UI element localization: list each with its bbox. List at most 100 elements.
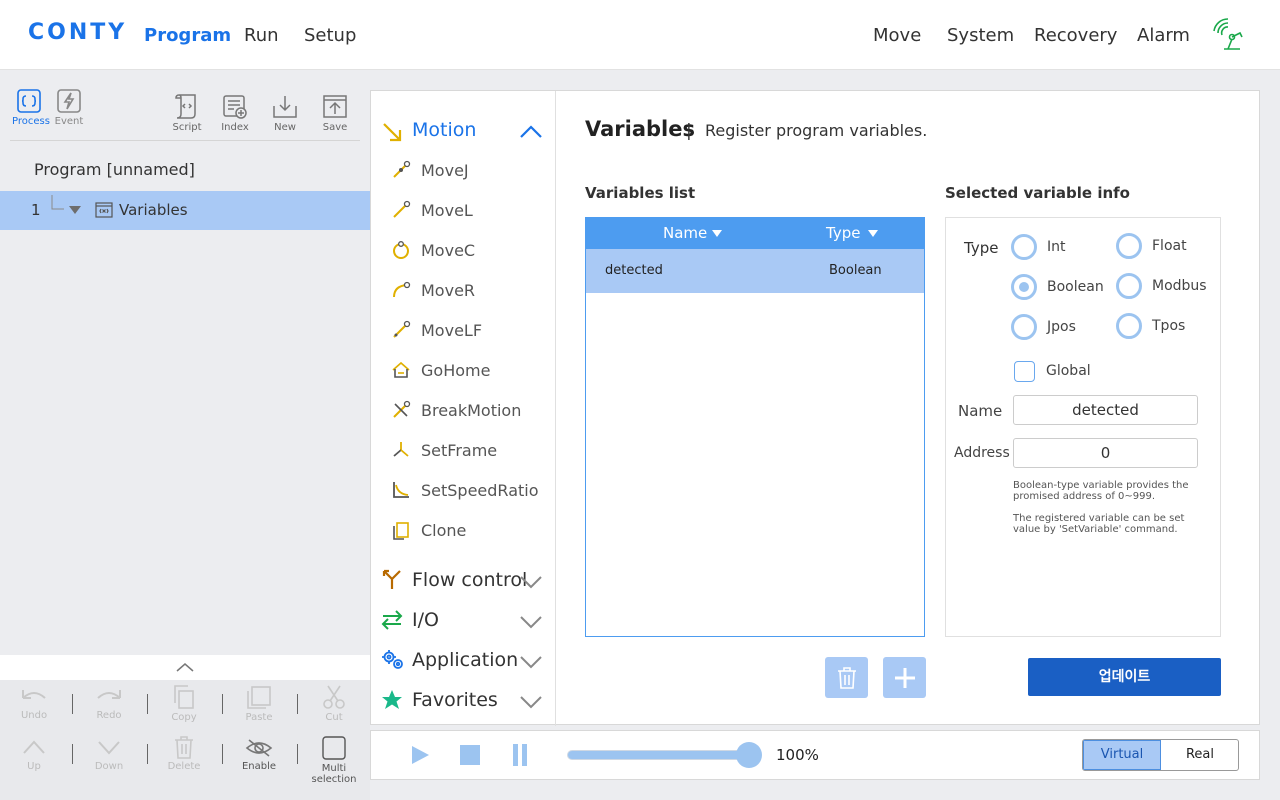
- chevron-down-icon[interactable]: [519, 655, 543, 669]
- name-field[interactable]: detected: [1013, 395, 1198, 425]
- up-button[interactable]: Up: [4, 737, 64, 772]
- process-tab[interactable]: Process: [12, 88, 50, 127]
- movej-icon: [393, 160, 411, 178]
- speed-value: 100%: [776, 746, 819, 764]
- delete-button[interactable]: Delete: [154, 735, 214, 772]
- sort-down-icon: [868, 230, 878, 237]
- separator: [222, 744, 223, 764]
- radio-float[interactable]: [1116, 233, 1142, 259]
- nav-move[interactable]: Move: [873, 25, 921, 46]
- address-field[interactable]: 0: [1013, 438, 1198, 468]
- category-application[interactable]: Application: [412, 649, 518, 671]
- address-label: Address: [954, 445, 1010, 461]
- tree-connector-icon: [51, 195, 64, 210]
- event-tab[interactable]: Event: [52, 88, 86, 127]
- command-movel[interactable]: MoveL: [391, 199, 473, 221]
- movel-icon: [393, 200, 411, 218]
- column-name[interactable]: Name: [663, 224, 707, 242]
- run-bar: 100% Virtual Real: [370, 730, 1260, 780]
- nav-alarm[interactable]: Alarm: [1137, 25, 1190, 46]
- command-movelf[interactable]: MoveLF: [391, 319, 482, 341]
- command-movej[interactable]: MoveJ: [391, 159, 469, 181]
- separator: [72, 694, 73, 714]
- variable-info-header: Selected variable info: [945, 184, 1130, 202]
- speed-slider-fill: [568, 751, 748, 759]
- category-flow-control[interactable]: Flow control: [412, 569, 527, 591]
- radio-int[interactable]: [1011, 234, 1037, 260]
- nav-program[interactable]: Program: [144, 25, 231, 46]
- category-motion[interactable]: Motion: [412, 119, 476, 141]
- nav-setup[interactable]: Setup: [304, 25, 356, 46]
- movec-icon: [393, 241, 409, 259]
- category-favorites[interactable]: Favorites: [412, 689, 498, 711]
- command-clone[interactable]: Clone: [391, 519, 466, 541]
- tree-row-variables[interactable]: 1 Variables: [0, 191, 370, 230]
- top-bar: CONTY Program Run Setup Move System Reco…: [0, 0, 1280, 70]
- copy-icon: [174, 685, 194, 709]
- command-setspeedratio[interactable]: SetSpeedRatio: [391, 479, 539, 501]
- update-button[interactable]: 업데이트: [1028, 658, 1221, 696]
- multi-selection-button[interactable]: Multi selection: [304, 735, 364, 785]
- radio-jpos-label: Jpos: [1047, 319, 1076, 335]
- save-button[interactable]: Save: [316, 94, 354, 133]
- category-io[interactable]: I/O: [412, 609, 439, 631]
- boolean-note: Boolean-type variable provides the promi…: [1013, 480, 1189, 502]
- favorites-row-clipped: Favorites: [371, 681, 555, 711]
- speed-slider-knob[interactable]: [736, 742, 762, 768]
- conty-logo: CONTY: [28, 20, 128, 45]
- nav-recovery[interactable]: Recovery: [1034, 25, 1117, 46]
- delete-variable-button[interactable]: [825, 657, 868, 698]
- script-button[interactable]: Script: [168, 92, 206, 133]
- column-type[interactable]: Type: [826, 224, 860, 242]
- command-movec[interactable]: MoveC: [391, 239, 475, 261]
- cell-type: Boolean: [829, 263, 882, 278]
- cut-button[interactable]: Cut: [304, 684, 364, 723]
- wireless-robot-icon[interactable]: [1210, 17, 1246, 53]
- lightning-icon: [57, 89, 81, 113]
- expand-triangle-icon[interactable]: [68, 205, 82, 215]
- global-checkbox[interactable]: [1014, 361, 1035, 382]
- radio-boolean[interactable]: [1011, 274, 1037, 300]
- radio-tpos[interactable]: [1116, 313, 1142, 339]
- command-setframe[interactable]: SetFrame: [391, 439, 497, 461]
- trash-icon: [837, 667, 856, 689]
- collapse-bar[interactable]: [0, 655, 370, 680]
- chevron-up-icon[interactable]: [519, 125, 543, 139]
- command-mover[interactable]: MoveR: [391, 279, 475, 301]
- chevron-down-icon[interactable]: [519, 575, 543, 589]
- command-breakmotion[interactable]: BreakMotion: [391, 399, 521, 421]
- mode-real-button[interactable]: Real: [1161, 740, 1238, 770]
- pause-icon[interactable]: [512, 743, 528, 767]
- clone-icon: [393, 522, 409, 540]
- redo-button[interactable]: Redo: [79, 686, 139, 721]
- motion-arrow-icon: [383, 123, 402, 142]
- play-icon[interactable]: [409, 744, 431, 766]
- separator: [72, 744, 73, 764]
- radio-jpos[interactable]: [1011, 314, 1037, 340]
- copy-button[interactable]: Copy: [154, 684, 214, 723]
- chevron-down-icon[interactable]: [519, 615, 543, 629]
- down-button[interactable]: Down: [79, 737, 139, 772]
- movelf-icon: [393, 320, 411, 338]
- speed-slider-track[interactable]: [567, 750, 749, 760]
- command-gohome[interactable]: GoHome: [391, 359, 490, 381]
- index-button[interactable]: Index: [216, 94, 254, 133]
- mode-toggle: Virtual Real: [1082, 739, 1239, 771]
- radio-modbus[interactable]: [1116, 273, 1142, 299]
- nav-system[interactable]: System: [947, 25, 1014, 46]
- paste-button[interactable]: Paste: [229, 684, 289, 723]
- undo-button[interactable]: Undo: [4, 686, 64, 721]
- table-row[interactable]: detected Boolean: [586, 249, 924, 293]
- radio-int-label: Int: [1047, 239, 1066, 255]
- braces-icon: [17, 89, 41, 113]
- chevron-down-icon[interactable]: [519, 695, 543, 709]
- radio-float-label: Float: [1152, 238, 1187, 254]
- add-variable-button[interactable]: [883, 657, 926, 698]
- radio-boolean-label: Boolean: [1047, 279, 1104, 295]
- mode-virtual-button[interactable]: Virtual: [1083, 740, 1161, 770]
- stop-icon[interactable]: [460, 745, 480, 765]
- new-button[interactable]: New: [266, 94, 304, 133]
- enable-button[interactable]: Enable: [229, 737, 289, 772]
- nav-run[interactable]: Run: [244, 25, 279, 46]
- speed-ratio-icon: [393, 482, 409, 498]
